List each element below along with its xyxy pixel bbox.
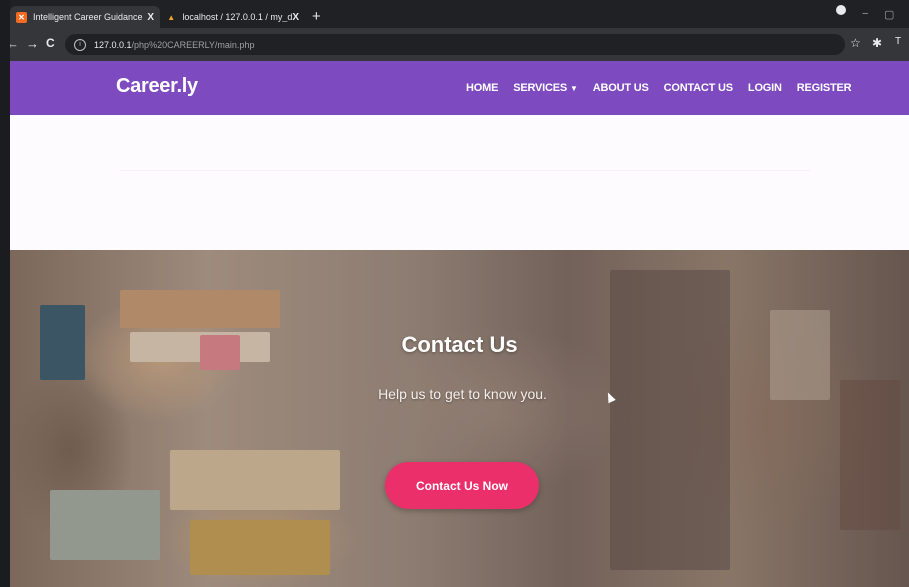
- profile-icon[interactable]: [836, 5, 846, 15]
- site-brand[interactable]: Career.ly: [116, 75, 198, 98]
- info-icon[interactable]: i: [74, 38, 86, 51]
- star-icon[interactable]: ☆: [850, 36, 861, 50]
- hero-title: Contact Us: [401, 332, 518, 357]
- contact-us-now-button[interactable]: Contact Us Now: [385, 462, 539, 509]
- nav-about-us[interactable]: ABOUT US: [593, 82, 649, 94]
- tab-title: Intelligent Career Guidance: [33, 12, 143, 22]
- url-text[interactable]: 127.0.0.1/php%20CAREERLY/main.php: [94, 40, 254, 50]
- blank-section: [10, 115, 909, 250]
- tab-close-icon[interactable]: X: [147, 12, 154, 23]
- tab-bar: ✕ Intelligent Career Guidance X ▲ localh…: [10, 0, 909, 28]
- chevron-down-icon: ▼: [570, 84, 578, 93]
- tab-phpmyadmin[interactable]: ▲ localhost / 127.0.0.1 / my_db / u X: [160, 6, 305, 28]
- tab-close-icon[interactable]: X: [292, 12, 299, 23]
- xampp-favicon: ✕: [16, 11, 27, 23]
- hero-overlay: [10, 250, 909, 587]
- browser-window: ✕ Intelligent Career Guidance X ▲ localh…: [10, 0, 909, 587]
- nav-services[interactable]: SERVICES ▼: [513, 82, 578, 94]
- address-toolbar: ← → C i 127.0.0.1/php%20CAREERLY/main.ph…: [10, 28, 909, 61]
- phpmyadmin-favicon: ▲: [167, 12, 176, 22]
- site-navbar: Career.ly HOME SERVICES ▼ ABOUT US CONTAC…: [10, 61, 909, 115]
- divider: [120, 170, 810, 171]
- nav-menu: HOME SERVICES ▼ ABOUT US CONTACT US LOGIN…: [466, 61, 866, 115]
- restore-button[interactable]: ▢: [884, 8, 894, 21]
- minimize-button[interactable]: −: [862, 8, 868, 20]
- nav-home[interactable]: HOME: [466, 82, 498, 94]
- tab-title: localhost / 127.0.0.1 / my_db / u: [182, 12, 293, 22]
- nav-contact-us[interactable]: CONTACT US: [664, 82, 733, 94]
- url-host: 127.0.0.1: [94, 39, 132, 50]
- profile-avatar[interactable]: T: [895, 36, 901, 47]
- nav-register[interactable]: REGISTER: [797, 82, 852, 94]
- reload-button[interactable]: C: [46, 36, 55, 50]
- back-button[interactable]: ←: [10, 36, 19, 51]
- forward-button[interactable]: →: [26, 36, 39, 51]
- hero-subtitle: Help us to get to know you.: [378, 386, 547, 402]
- nav-login[interactable]: LOGIN: [748, 82, 782, 94]
- address-bar[interactable]: i 127.0.0.1/php%20CAREERLY/main.php: [65, 34, 845, 55]
- nav-services-label: SERVICES: [513, 82, 568, 94]
- puzzle-icon[interactable]: ✱: [872, 36, 882, 50]
- tab-career-guidance[interactable]: ✕ Intelligent Career Guidance X: [10, 6, 160, 28]
- contact-hero: Contact Us Help us to get to know you. C…: [10, 250, 909, 587]
- url-path: /php%20CAREERLY/main.php: [131, 39, 255, 50]
- new-tab-button[interactable]: +: [312, 9, 321, 24]
